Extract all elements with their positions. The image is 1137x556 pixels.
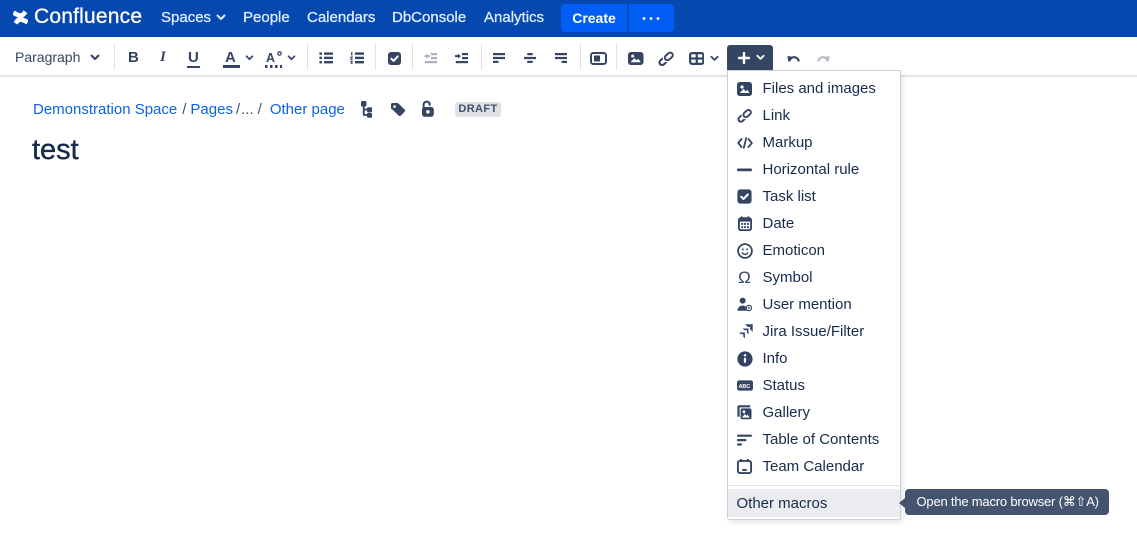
svg-text:ABC: ABC (738, 384, 750, 390)
